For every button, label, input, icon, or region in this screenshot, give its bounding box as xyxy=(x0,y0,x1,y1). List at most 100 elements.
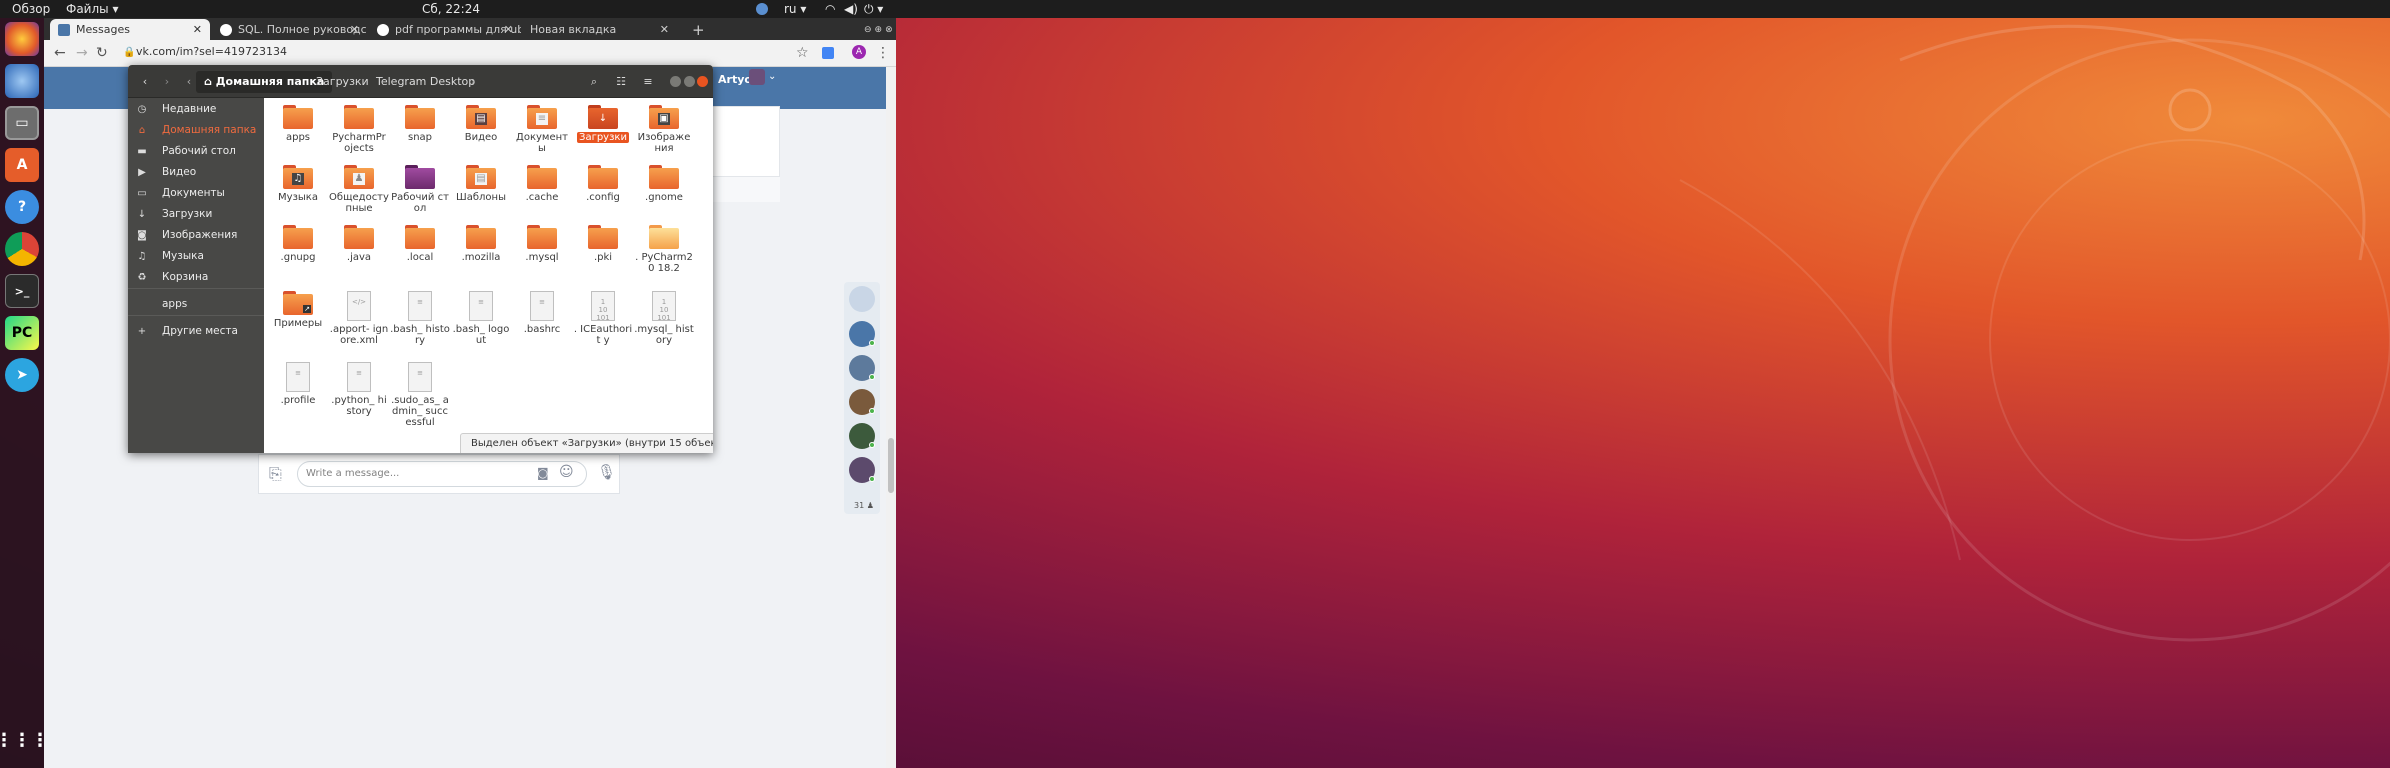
window-controls[interactable]: ⊖⊕⊗ xyxy=(856,19,896,40)
file-item-java[interactable]: .java xyxy=(329,225,389,263)
file-item-mysql-history[interactable]: 1 10 101 .mysql_ history xyxy=(634,291,694,346)
files-icon[interactable]: ▭ xyxy=(5,106,39,140)
pycharm-icon[interactable]: PC xyxy=(5,316,39,350)
bookmark-star-icon[interactable]: ☆ xyxy=(796,45,809,61)
menu-icon[interactable]: ⋮ xyxy=(876,45,890,61)
sidebar-item-pictures[interactable]: ◙ Изображения xyxy=(128,225,264,246)
file-item-bash-logout[interactable]: ≡ .bash_ logout xyxy=(451,291,511,346)
tab-new[interactable]: Новая вкладка ✕ xyxy=(522,19,677,40)
sidebar-item-music[interactable]: ♫ Музыка xyxy=(128,246,264,267)
apps-grid-icon[interactable]: ⋮⋮⋮ xyxy=(0,723,49,757)
vk-dog-icon[interactable] xyxy=(849,286,875,312)
file-item-pycharmprojects[interactable]: PycharmPr ojects xyxy=(329,105,389,154)
sidebar-item-recent[interactable]: ◷ Недавние xyxy=(128,99,264,120)
file-item-documents[interactable]: ≡ Документ ы xyxy=(512,105,572,154)
file-item-cache[interactable]: .cache xyxy=(512,165,572,203)
close-icon[interactable]: ✕ xyxy=(193,23,202,36)
file-item-music[interactable]: ♫ Музыка xyxy=(268,165,328,203)
file-item-mozilla[interactable]: .mozilla xyxy=(451,225,511,263)
file-item-gnupg[interactable]: .gnupg xyxy=(268,225,328,263)
file-item-mysql[interactable]: .mysql xyxy=(512,225,572,263)
clock[interactable]: Сб, 22:24 xyxy=(422,2,480,16)
breadcrumb-scroll-right[interactable]: › xyxy=(468,71,478,93)
search-icon[interactable]: ⌕ xyxy=(583,71,605,93)
software-icon[interactable]: A xyxy=(5,148,39,182)
close-button[interactable] xyxy=(697,76,708,87)
forward-icon[interactable]: → xyxy=(76,45,88,61)
close-icon[interactable]: ✕ xyxy=(504,23,513,36)
translate-icon[interactable] xyxy=(822,47,834,59)
power-icon[interactable]: ⏻ ▾ xyxy=(864,2,883,17)
sidebar-item-documents[interactable]: ▭ Документы xyxy=(128,183,264,204)
activities-button[interactable]: Обзор xyxy=(12,2,50,16)
hamburger-menu-icon[interactable]: ≡ xyxy=(637,71,659,93)
file-item-pycharm2018[interactable]: . PyCharm20 18.2 xyxy=(634,225,694,274)
file-item-snap[interactable]: snap xyxy=(390,105,450,143)
file-item-downloads[interactable]: ↓ Загрузки xyxy=(573,105,633,143)
reload-icon[interactable]: ↻ xyxy=(96,45,108,61)
chrome-icon[interactable] xyxy=(5,232,39,266)
breadcrumb-downloads[interactable]: Загрузки xyxy=(308,71,377,93)
paperclip-icon[interactable]: ⎘ xyxy=(269,464,282,484)
file-item-bashrc[interactable]: ≡ .bashrc xyxy=(512,291,572,335)
tab-messages[interactable]: Messages ✕ xyxy=(50,19,210,40)
tab-sql[interactable]: SQL. Полное руководство ✕ xyxy=(212,19,367,40)
new-tab-button[interactable]: + xyxy=(684,19,706,40)
wifi-icon[interactable]: ◠ xyxy=(825,2,835,16)
scrollbar[interactable] xyxy=(886,67,896,768)
telegram-icon[interactable]: ➤ xyxy=(5,358,39,392)
sidebar-item-video[interactable]: ▶ Видео xyxy=(128,162,264,183)
file-item-local[interactable]: .local xyxy=(390,225,450,263)
close-icon[interactable]: ✕ xyxy=(660,23,669,36)
file-item-python-history[interactable]: ≡ .python_ history xyxy=(329,362,389,417)
profile-avatar[interactable]: A xyxy=(852,45,866,59)
thunderbird-icon[interactable] xyxy=(5,64,39,98)
camera-icon[interactable]: ◙ xyxy=(537,466,549,480)
file-item-apport-ignore[interactable]: </> .apport- ignore.xml xyxy=(329,291,389,346)
file-item-examples[interactable]: ↗ Примеры xyxy=(268,291,328,329)
terminal-icon[interactable]: >_ xyxy=(5,274,39,308)
file-item-templates[interactable]: ▤ Шаблоны xyxy=(451,165,511,203)
scrollbar-thumb[interactable] xyxy=(888,438,894,493)
sidebar-item-trash[interactable]: ♻ Корзина xyxy=(128,267,264,288)
file-item-public[interactable]: ♟ Общедосту пные xyxy=(329,165,389,214)
file-item-desktop[interactable]: Рабочий стол xyxy=(390,165,450,214)
file-item-sudo-as-admin[interactable]: ≡ .sudo_as_ admin_ successful xyxy=(390,362,450,428)
file-item-gnome[interactable]: .gnome xyxy=(634,165,694,203)
back-icon[interactable]: ← xyxy=(54,45,66,61)
breadcrumb-telegram[interactable]: Telegram Desktop xyxy=(368,71,483,93)
url-field[interactable]: vk.com/im?sel=419723134 xyxy=(136,45,287,58)
close-icon[interactable]: ✕ xyxy=(350,23,359,36)
sidebar-item-desktop[interactable]: ▬ Рабочий стол xyxy=(128,141,264,162)
file-item-pictures[interactable]: ▣ Изображе ния xyxy=(634,105,694,154)
help-icon[interactable]: ? xyxy=(5,190,39,224)
sidebar-item-home[interactable]: ⌂ Домашняя папка xyxy=(128,120,264,141)
app-menu-button[interactable]: Файлы ▾ xyxy=(66,2,118,16)
tab-pdf[interactable]: pdf программы для ubu ✕ xyxy=(369,19,521,40)
file-item-profile[interactable]: ≡ .profile xyxy=(268,362,328,406)
sidebar-item-other-locations[interactable]: + Другие места xyxy=(128,321,264,342)
firefox-icon[interactable] xyxy=(5,22,39,56)
breadcrumb-scroll-left[interactable]: ‹ xyxy=(184,71,194,93)
chevron-down-icon[interactable]: ⌄ xyxy=(768,71,776,82)
forward-button[interactable]: › xyxy=(156,71,178,93)
notification-icon[interactable] xyxy=(756,3,768,15)
sidebar-item-downloads[interactable]: ↓ Загрузки xyxy=(128,204,264,225)
file-item-iceauthority[interactable]: 1 10 101. ICEauthorit y xyxy=(573,291,633,346)
file-item-bash-history[interactable]: ≡ .bash_ history xyxy=(390,291,450,346)
minimize-button[interactable] xyxy=(670,76,681,87)
back-button[interactable]: ‹ xyxy=(134,71,156,93)
microphone-icon[interactable]: 🎙 xyxy=(597,463,616,481)
file-item-apps[interactable]: apps xyxy=(268,105,328,143)
file-item-video[interactable]: ▤ Видео xyxy=(451,105,511,143)
avatar[interactable] xyxy=(749,69,765,85)
language-indicator[interactable]: ru ▾ xyxy=(784,2,806,16)
online-count[interactable]: 31 ♟ xyxy=(854,501,874,510)
maximize-button[interactable] xyxy=(684,76,695,87)
file-item-config[interactable]: .config xyxy=(573,165,633,203)
sidebar-item-apps[interactable]: apps xyxy=(128,294,264,315)
view-toggle-icon[interactable]: ☷ xyxy=(610,71,632,93)
smile-icon[interactable]: ☺ xyxy=(559,464,574,480)
volume-icon[interactable]: ◀) xyxy=(844,2,858,16)
file-item-pki[interactable]: .pki xyxy=(573,225,633,263)
